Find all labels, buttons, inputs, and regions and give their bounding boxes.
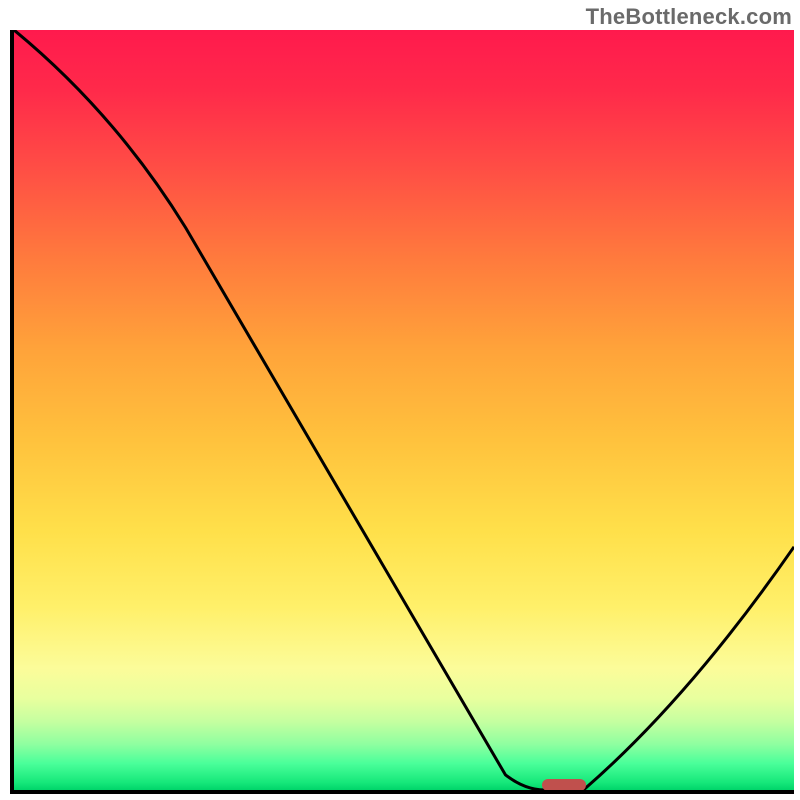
bottleneck-curve <box>14 30 794 790</box>
plot-area <box>10 30 794 794</box>
chart-container: TheBottleneck.com <box>0 0 800 800</box>
curve-path <box>14 30 794 790</box>
selected-configuration-marker <box>542 779 586 791</box>
watermark-text: TheBottleneck.com <box>586 4 792 30</box>
